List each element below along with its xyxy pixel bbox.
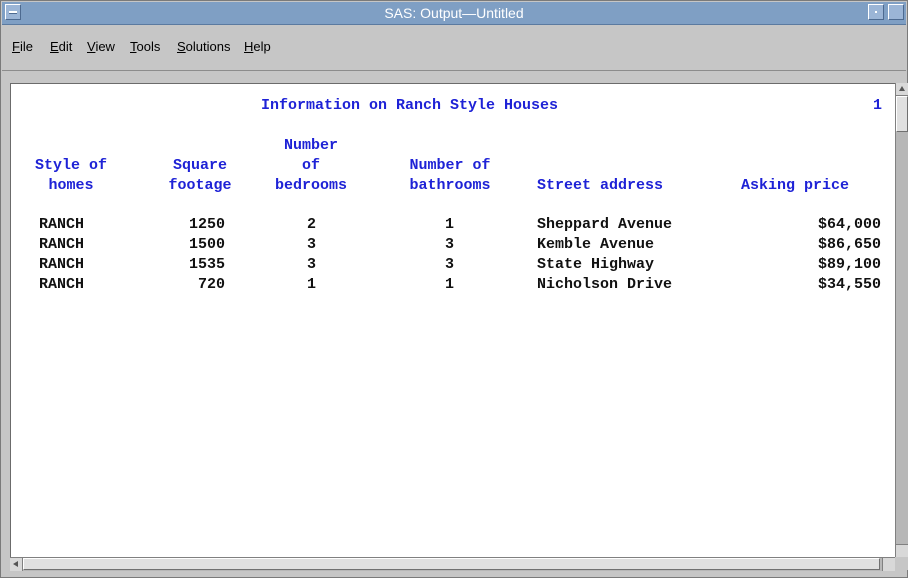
cell-style: RANCH [39, 236, 85, 253]
cell-street: State Highway [537, 256, 655, 273]
scroll-right-button[interactable] [882, 558, 895, 571]
cell-bedrooms: 3 [307, 256, 317, 273]
arrow-up-icon [899, 86, 905, 91]
menu-edit[interactable]: Edit [50, 39, 72, 54]
header-baths-line1: Number of [409, 157, 491, 174]
cell-price: $34,550 [817, 276, 881, 293]
cell-street: Nicholson Drive [537, 276, 673, 293]
menu-file[interactable]: File [12, 39, 33, 54]
header-price: Asking price [741, 177, 850, 194]
cell-sqfeet: 1535 [188, 256, 225, 273]
header-bedrooms-line3: bedrooms [274, 177, 347, 194]
scroll-left-button[interactable] [10, 558, 23, 571]
horizontal-scrollbar[interactable] [10, 557, 895, 571]
cell-baths: 1 [445, 276, 455, 293]
header-sqfeet-line1: Square [172, 157, 227, 174]
cell-style: RANCH [39, 256, 85, 273]
cell-street: Kemble Avenue [537, 236, 655, 253]
header-style-line2: homes [48, 177, 94, 194]
menu-help[interactable]: Help [244, 39, 271, 54]
cell-sqfeet: 1500 [188, 236, 225, 253]
arrow-left-icon [13, 561, 18, 567]
header-sqfeet-line2: footage [168, 177, 232, 194]
cell-sqfeet: 720 [197, 276, 225, 293]
cell-baths: 3 [445, 256, 455, 273]
vertical-scrollbar[interactable] [895, 83, 908, 557]
minimize-button[interactable] [868, 4, 884, 20]
menu-tools[interactable]: Tools [130, 39, 160, 54]
cell-baths: 3 [445, 236, 455, 253]
page-number: 1 [873, 97, 883, 114]
cell-price: $86,650 [817, 236, 881, 253]
cell-style: RANCH [39, 276, 85, 293]
horizontal-scroll-thumb[interactable] [23, 558, 880, 570]
cell-baths: 1 [445, 216, 455, 233]
maximize-button[interactable] [888, 4, 904, 20]
cell-style: RANCH [39, 216, 85, 233]
cell-bedrooms: 3 [307, 236, 317, 253]
scroll-up-button[interactable] [896, 83, 908, 96]
minimize-icon [875, 11, 877, 13]
vertical-scroll-thumb[interactable] [896, 96, 908, 132]
cell-bedrooms: 1 [307, 276, 317, 293]
sas-output-window: SAS: Output—Untitled File Edit View Tool… [0, 0, 908, 578]
cell-sqfeet: 1250 [188, 216, 225, 233]
output-text-area[interactable]: Information on Ranch Style Houses 1 Styl… [10, 83, 896, 559]
header-bedrooms-line1: Number [283, 137, 338, 154]
header-baths-line2: bathrooms [409, 177, 491, 194]
cell-price: $89,100 [817, 256, 881, 273]
menu-solutions[interactable]: Solutions [177, 39, 230, 54]
window-title: SAS: Output—Untitled [384, 5, 524, 21]
title-bar[interactable]: SAS: Output—Untitled [2, 2, 906, 25]
scroll-down-button[interactable] [896, 544, 908, 557]
report-title: Information on Ranch Style Houses [261, 97, 559, 114]
header-street: Street address [537, 177, 664, 194]
resize-corner[interactable] [895, 557, 908, 570]
menu-view[interactable]: View [87, 39, 115, 54]
menu-bar: File Edit View Tools Solutions Help [2, 25, 906, 71]
header-bedrooms-line2: of [301, 157, 320, 174]
cell-street: Sheppard Avenue [537, 216, 673, 233]
cell-price: $64,000 [817, 216, 881, 233]
header-style-line1: Style of [34, 157, 107, 174]
cell-bedrooms: 2 [307, 216, 317, 233]
